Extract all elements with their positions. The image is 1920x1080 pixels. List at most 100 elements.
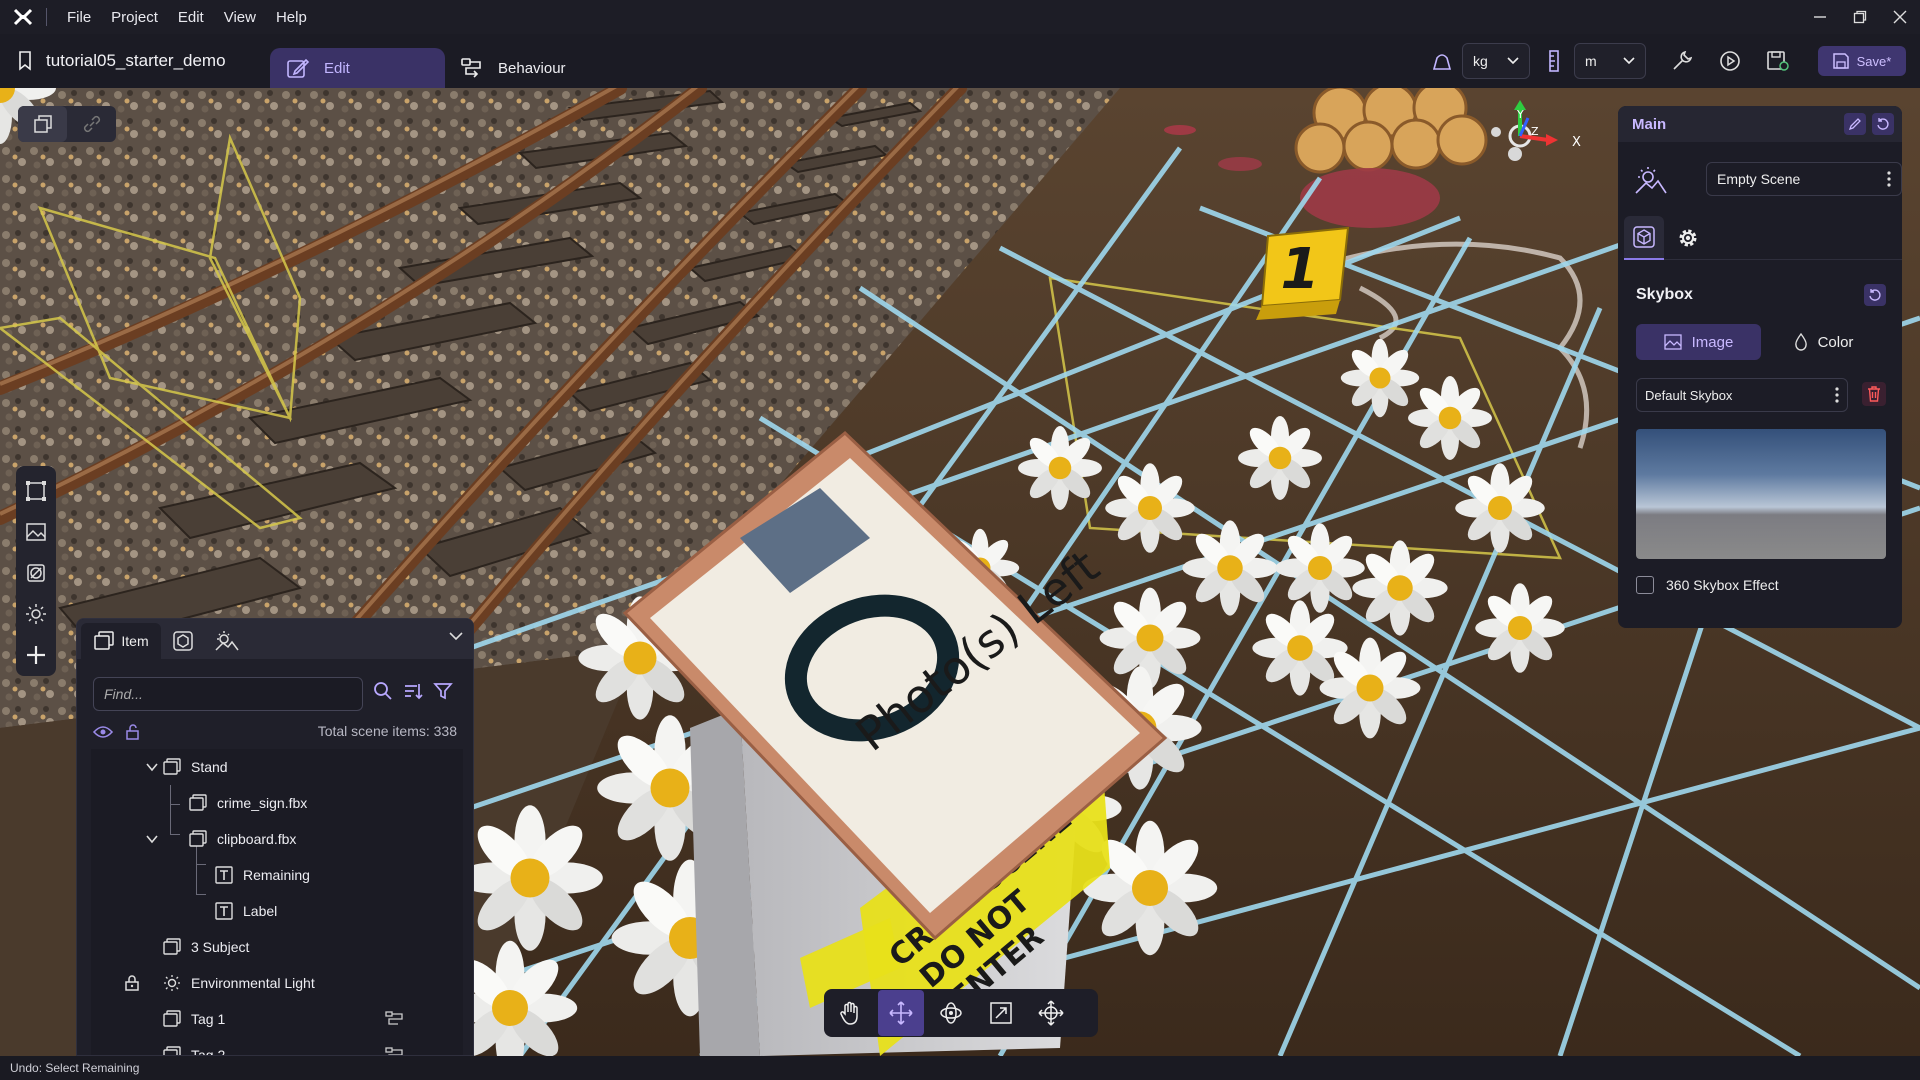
tab-edit[interactable]: Edit [270,48,445,88]
asset-cube-icon [173,631,193,651]
tree-item-label-node[interactable]: Label [91,893,463,929]
tab-edit-label: Edit [324,59,350,77]
tree-item-label: Tag 2 [191,1047,226,1056]
save-icon [1832,53,1849,69]
scene-select[interactable]: Empty Scene [1706,162,1902,196]
add-button[interactable] [21,640,51,670]
skybox-reset-button[interactable] [1864,284,1886,306]
wrench-icon [1673,50,1693,70]
menu-project[interactable]: Project [101,9,168,26]
search-input[interactable]: Find... [93,677,363,711]
search-icon[interactable] [373,681,393,701]
tree-item-remaining[interactable]: Remaining [91,857,463,893]
hand-icon [840,1001,858,1025]
universal-tool-button[interactable] [1028,990,1074,1036]
view-mode-link[interactable] [67,106,116,142]
publish-button[interactable] [1764,47,1792,75]
tree-item-clipboard[interactable]: clipboard.fbx [91,821,463,857]
close-button[interactable] [1880,0,1920,34]
tree-item-stand[interactable]: Stand [91,749,463,785]
light-button[interactable] [21,599,51,629]
status-bar: Undo: Select Remaining [0,1056,1920,1080]
tree-item-crime-sign[interactable]: crime_sign.fbx [91,785,463,821]
view-mode-object[interactable] [18,106,67,142]
menu-help[interactable]: Help [266,9,317,26]
tree-item-label: Label [243,903,278,919]
tree-item-tag-1[interactable]: Tag 1 [91,1001,463,1037]
search-tools [373,681,453,701]
skybox-effect-checkbox[interactable] [1636,576,1654,594]
lock-open-icon[interactable] [125,724,141,740]
tree-item-subject[interactable]: 3 Subject [91,929,463,965]
scale-tool-button[interactable] [978,990,1024,1036]
scale-icon [990,1002,1012,1024]
play-button[interactable] [1716,47,1744,75]
skybox-mode-image[interactable]: Image [1636,324,1761,360]
skybox-mode-image-label: Image [1691,333,1734,351]
skybox-delete-button[interactable] [1862,382,1886,406]
skybox-select[interactable]: Default Skybox [1636,378,1848,412]
tab-behaviour-label: Behaviour [498,59,566,77]
minimize-button[interactable] [1800,0,1840,34]
title-bar: File Project Edit View Help [0,0,1920,34]
menu-view[interactable]: View [214,9,266,26]
status-text: Undo: Select Remaining [10,1061,140,1075]
chevron-down-icon [1507,57,1519,65]
chevron-down-icon[interactable] [145,832,159,846]
behaviour-icon[interactable] [385,1011,405,1027]
tab-settings[interactable] [1668,216,1708,260]
scene-panel-tabs: Item [77,619,473,659]
rotate-tool-button[interactable] [928,990,974,1036]
reset-icon [1869,289,1881,301]
mass-unit-select[interactable]: kg [1462,43,1530,79]
mass-unit-value: kg [1473,53,1488,69]
tab-environment[interactable] [205,623,249,659]
more-vertical-icon [1887,171,1891,187]
skybox-mode-color[interactable]: Color [1761,324,1886,360]
tab-item-label: Item [121,633,149,649]
rename-button[interactable] [1844,113,1866,135]
ruler-icon [1540,47,1568,75]
filter-icon[interactable] [433,681,453,701]
tree-item-environmental-light[interactable]: Environmental Light [91,965,463,1001]
chevron-down-icon[interactable] [145,760,159,774]
chevron-down-icon[interactable] [449,631,463,641]
save-button[interactable]: Save* [1818,46,1906,76]
length-unit-select[interactable]: m [1574,43,1646,79]
eye-icon[interactable] [93,725,113,739]
tree-item-label: Environmental Light [191,975,315,991]
tree-item-tag-2[interactable]: Tag 2 [91,1037,463,1056]
pan-tool-button[interactable] [828,990,874,1036]
pencil-icon [1848,118,1861,131]
sort-icon[interactable] [403,681,423,701]
frame-button[interactable] [21,476,51,506]
main-toolbar: tutorial05_starter_demo Edit Behaviour k… [0,34,1920,88]
tree-item-label: Tag 1 [191,1011,226,1027]
view-mode-toggle [18,106,116,142]
restore-button[interactable] [1840,0,1880,34]
menu-file[interactable]: File [57,9,101,26]
properties-title: Main [1632,115,1667,133]
behaviour-icon[interactable] [385,1047,405,1056]
tab-behaviour[interactable]: Behaviour [460,48,566,88]
move-tool-button[interactable] [878,990,924,1036]
tab-item[interactable]: Item [81,623,161,659]
text-icon [215,902,233,920]
wrench-button[interactable] [1668,47,1696,75]
hide-button[interactable] [21,558,51,588]
reset-button[interactable] [1872,113,1894,135]
project-name: tutorial05_starter_demo [46,51,226,70]
droplet-icon [1794,333,1807,351]
cube-icon [163,938,181,955]
tree-item-label: crime_sign.fbx [217,795,308,811]
tab-assets[interactable] [161,623,205,659]
tab-scene-properties[interactable] [1624,216,1664,260]
image-button[interactable] [21,517,51,547]
minimize-icon [1814,16,1826,18]
layers-icon [94,631,115,650]
publish-icon [1767,51,1789,71]
menu-edit[interactable]: Edit [168,9,214,26]
cube-icon [1633,226,1655,248]
skybox-preview [1636,429,1886,559]
lock-icon[interactable] [125,975,139,991]
